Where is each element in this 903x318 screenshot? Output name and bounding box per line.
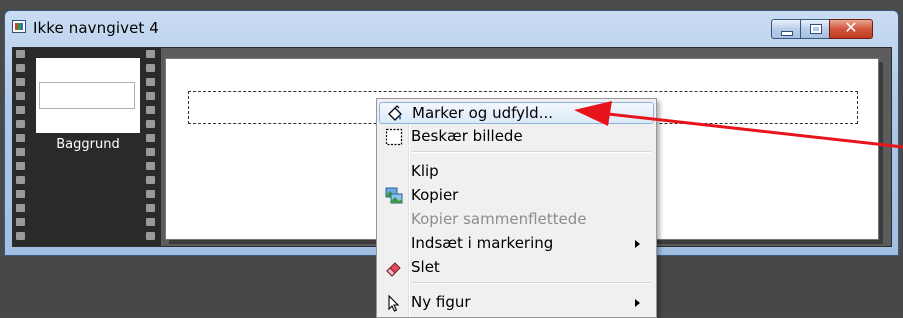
film-perforation	[146, 50, 155, 58]
title-bar[interactable]: Ikke navngivet 4 ✕	[5, 11, 898, 47]
film-perforation	[16, 218, 25, 226]
film-perforation	[16, 162, 25, 170]
submenu-arrow-icon	[635, 240, 640, 248]
window-title: Ikke navngivet 4	[33, 19, 159, 37]
film-perforation	[16, 92, 25, 100]
menu-item-marker-og-udfyld[interactable]: Marker og udfyld...	[379, 102, 654, 124]
menu-item-label: Kopier sammenflettede	[411, 210, 587, 228]
film-perforation	[146, 190, 155, 198]
film-perforation	[16, 64, 25, 72]
menu-item-kopier-sammenflettede[interactable]: Kopier sammenflettede	[379, 209, 654, 231]
film-perforation	[16, 134, 25, 142]
film-perforation	[146, 120, 155, 128]
filmstrip-perforations-right	[146, 50, 156, 246]
thumbnail-preview	[39, 82, 135, 109]
minimize-icon	[781, 31, 793, 36]
close-icon: ✕	[844, 18, 858, 37]
film-perforation	[146, 92, 155, 100]
film-perforation	[16, 232, 25, 240]
menu-item-label: Marker og udfyld...	[412, 104, 553, 122]
eraser-icon	[386, 262, 401, 277]
menu-item-label: Slet	[411, 258, 440, 276]
film-perforation	[146, 218, 155, 226]
menu-item-klip[interactable]: Klip	[379, 161, 654, 183]
film-perforation	[146, 64, 155, 72]
film-perforation	[16, 176, 25, 184]
film-perforation	[16, 120, 25, 128]
film-perforation	[16, 78, 25, 86]
film-perforation	[16, 50, 25, 58]
frame-label: Baggrund	[56, 137, 120, 152]
menu-item-label: Indsæt i markering	[411, 234, 554, 252]
submenu-arrow-icon	[635, 299, 640, 307]
menu-item-beskaer-billede[interactable]: Beskær billede	[379, 126, 654, 148]
film-perforation	[16, 204, 25, 212]
menu-separator	[411, 151, 651, 153]
minimize-button[interactable]	[771, 19, 801, 39]
filmstrip-perforations-left	[16, 50, 26, 246]
film-perforation	[16, 148, 25, 156]
crop-icon	[385, 128, 403, 146]
film-perforation	[146, 78, 155, 86]
marquee-fill-icon	[388, 105, 402, 121]
close-button[interactable]: ✕	[829, 18, 873, 39]
frame-thumbnail[interactable]	[36, 58, 140, 133]
film-perforation	[146, 106, 155, 114]
pointer-icon	[388, 294, 400, 312]
film-perforation	[146, 162, 155, 170]
filmstrip-panel: Baggrund	[13, 48, 161, 246]
menu-item-indsaet-i-markering[interactable]: Indsæt i markering	[379, 233, 654, 255]
film-perforation	[146, 176, 155, 184]
menu-item-label: Ny figur	[411, 293, 471, 311]
context-menu: Marker og udfyld... Beskær billede Klip …	[376, 98, 657, 318]
film-perforation	[146, 232, 155, 240]
film-perforation	[16, 190, 25, 198]
film-perforation	[146, 134, 155, 142]
film-perforation	[16, 106, 25, 114]
menu-separator	[411, 282, 651, 284]
app-icon	[12, 20, 26, 33]
film-perforation	[146, 204, 155, 212]
menu-item-kopier[interactable]: Kopier	[379, 185, 654, 207]
film-perforation	[146, 148, 155, 156]
menu-item-ny-figur[interactable]: Ny figur	[379, 292, 654, 314]
menu-item-slet[interactable]: Slet	[379, 257, 654, 279]
copy-image-icon	[385, 187, 403, 204]
menu-item-label: Klip	[411, 162, 439, 180]
maximize-icon	[810, 24, 822, 34]
menu-item-label: Beskær billede	[411, 127, 523, 145]
menu-item-label: Kopier	[411, 186, 459, 204]
maximize-button[interactable]	[800, 19, 830, 39]
